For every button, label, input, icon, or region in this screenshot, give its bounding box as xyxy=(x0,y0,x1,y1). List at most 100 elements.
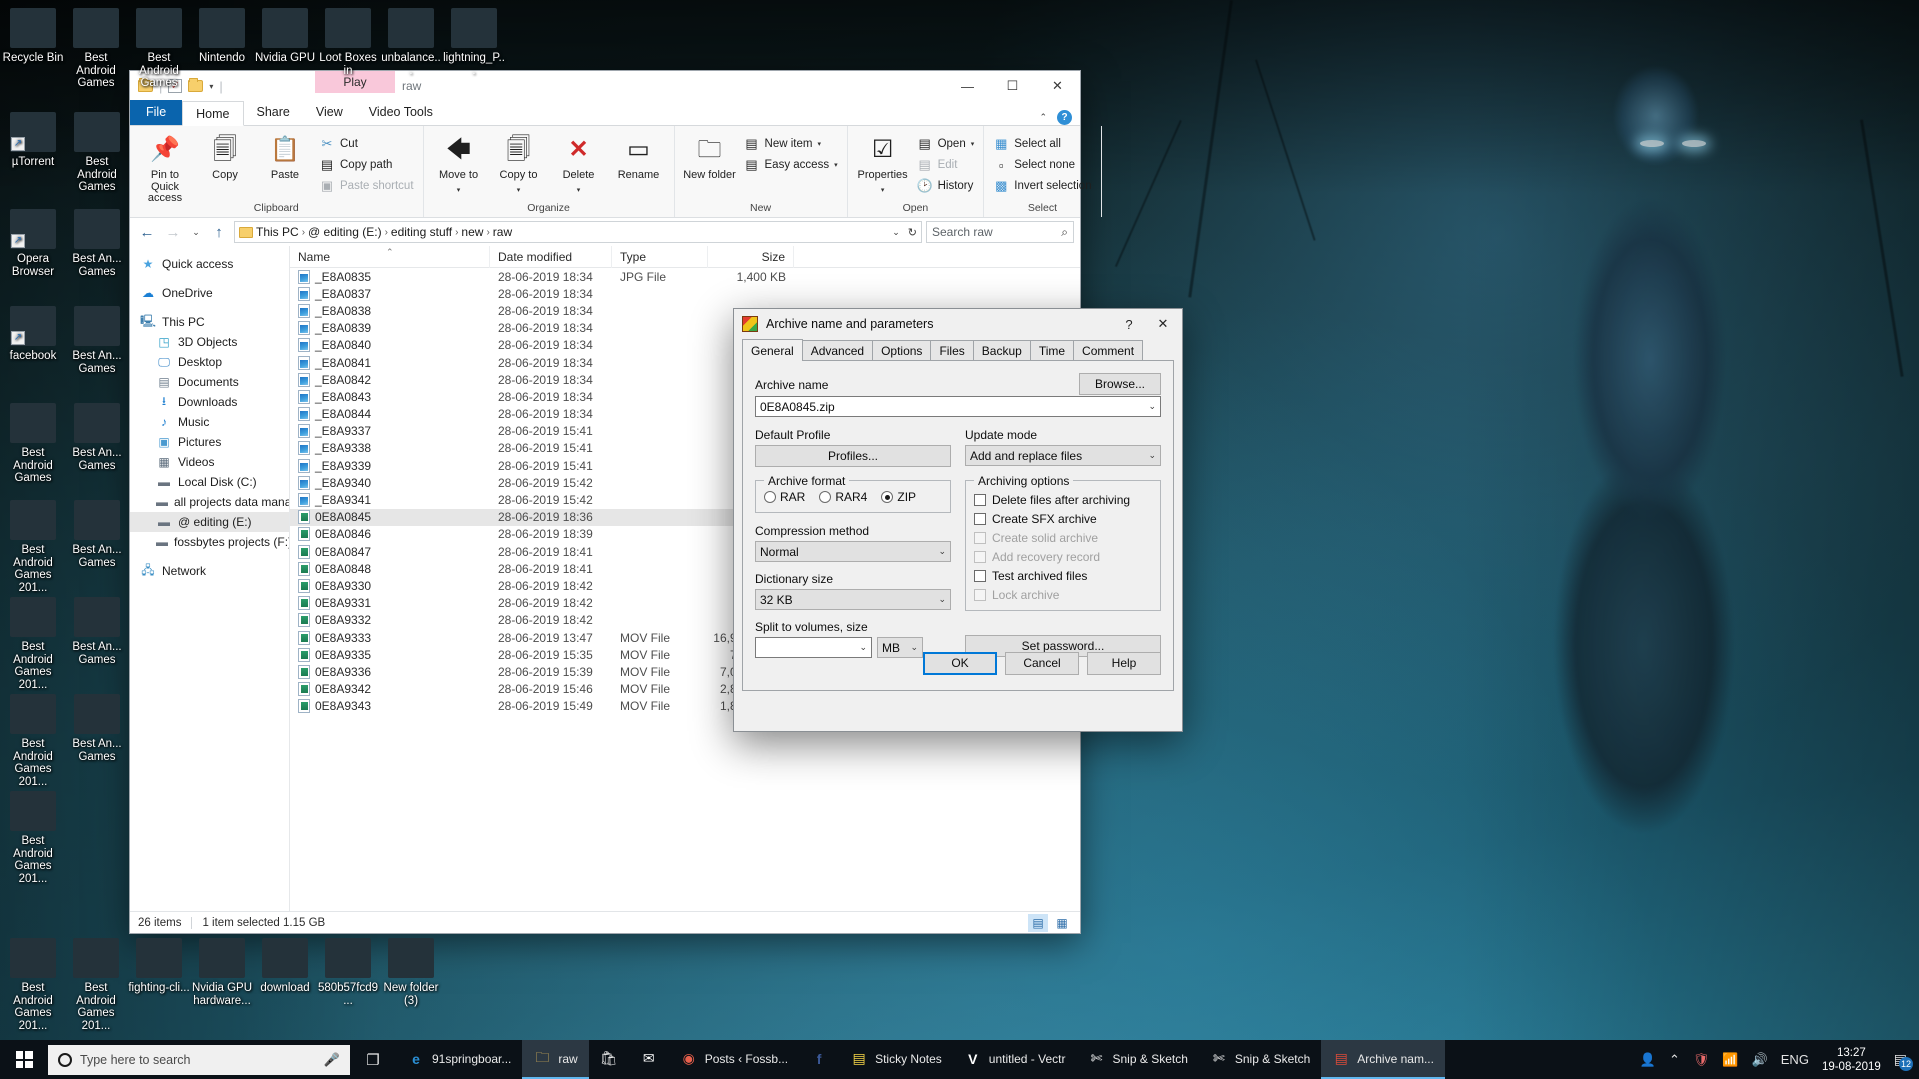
desktop-icon[interactable]: New folder (3) xyxy=(380,938,442,1007)
desktop-icon[interactable]: Recycle Bin xyxy=(2,8,64,65)
dialog-tab-files[interactable]: Files xyxy=(930,340,973,361)
desktop-icon[interactable]: download xyxy=(254,938,316,995)
system-tray[interactable]: 👤 ⌃ 🛡 📶 🔊 ENG 13:27 19-08-2019 ▤ 12 xyxy=(1640,1046,1919,1074)
dialog-tab-advanced[interactable]: Advanced xyxy=(802,340,873,361)
ok-button[interactable]: OK xyxy=(923,652,997,675)
sidebar-item-3d-objects[interactable]: ◳3D Objects xyxy=(130,332,289,352)
taskbar-app-archive-nam[interactable]: ▤Archive nam... xyxy=(1321,1040,1445,1079)
desktop-icon[interactable]: Best An... Games xyxy=(66,209,128,278)
checkbox-test-archived-files[interactable]: Test archived files xyxy=(974,566,1152,585)
ribbon-tab-home[interactable]: Home xyxy=(182,101,243,126)
window-controls[interactable]: — ☐ ✕ xyxy=(945,71,1080,101)
dialog-footer-buttons[interactable]: OK Cancel Help xyxy=(743,646,1173,690)
large-icons-view-icon[interactable]: ▦ xyxy=(1052,914,1072,932)
ribbon-button-invert-selection[interactable]: ▩Invert selection xyxy=(990,177,1094,195)
sidebar-item-documents[interactable]: ▤Documents xyxy=(130,372,289,392)
chevron-down-icon[interactable]: ▾ xyxy=(517,185,521,197)
ribbon-button-select-none[interactable]: ▫Select none xyxy=(990,156,1094,174)
taskbar-app-microsoft-store-icon[interactable]: 🛍 xyxy=(589,1040,629,1079)
task-view-icon[interactable]: ❐ xyxy=(350,1051,396,1069)
taskbar-app-untitled-vectr[interactable]: Vuntitled - Vectr xyxy=(953,1040,1077,1079)
ribbon-right-controls[interactable]: ⌃ ? xyxy=(1039,110,1080,125)
desktop-icon[interactable]: Best An... Games xyxy=(66,403,128,472)
chevron-down-icon[interactable]: ▾ xyxy=(881,185,885,197)
radio-zip[interactable]: ZIP xyxy=(881,490,916,504)
details-view-icon[interactable]: ▤ xyxy=(1028,914,1048,932)
browse-button[interactable]: Browse... xyxy=(1079,373,1161,395)
help-icon[interactable]: ? xyxy=(1057,110,1072,125)
ribbon-tab-strip[interactable]: FileHomeShareViewVideo Tools ⌃ ? xyxy=(130,101,1080,126)
sidebar-item-pictures[interactable]: ▣Pictures xyxy=(130,432,289,452)
navigation-pane[interactable]: ★Quick access☁OneDrive🖳This PC◳3D Object… xyxy=(130,246,290,911)
sidebar-item-music[interactable]: ♪Music xyxy=(130,412,289,432)
ribbon-button-history[interactable]: 🕑History xyxy=(914,177,978,195)
ribbon[interactable]: 📌Pin to Quick access🗐Copy📋Paste✂Cut▤Copy… xyxy=(130,126,1080,218)
taskbar-app-facebook-icon[interactable]: f xyxy=(799,1040,839,1079)
microphone-icon[interactable]: 🎤 xyxy=(324,1052,340,1068)
desktop-icon[interactable]: Nvidia GPU xyxy=(254,8,316,65)
chevron-down-icon[interactable]: ⌄ xyxy=(892,227,900,238)
breadcrumb-item[interactable]: new xyxy=(461,225,483,239)
ribbon-button-copy-path[interactable]: ▤Copy path xyxy=(316,156,417,174)
clock[interactable]: 13:27 19-08-2019 xyxy=(1822,1046,1881,1074)
taskbar[interactable]: Type here to search 🎤 ❐ e91springboar...… xyxy=(0,1040,1919,1079)
ribbon-button-rename[interactable]: ▭Rename xyxy=(610,130,668,182)
desktop-icon[interactable]: Best Android Games 201... xyxy=(2,500,64,594)
chevron-down-icon[interactable]: ▾ xyxy=(834,161,838,169)
ribbon-button-new-folder[interactable]: 🗀New folder xyxy=(681,130,739,182)
checkbox-delete-files-after-archiving[interactable]: Delete files after archiving xyxy=(974,490,1152,509)
cancel-button[interactable]: Cancel xyxy=(1005,652,1079,675)
profiles-button[interactable]: Profiles... xyxy=(755,445,951,467)
breadcrumb-item[interactable]: raw xyxy=(493,225,512,239)
dialog-tab-options[interactable]: Options xyxy=(872,340,931,361)
dialog-close-button[interactable]: ✕ xyxy=(1146,310,1180,338)
recent-locations-caret-icon[interactable]: ⌄ xyxy=(188,227,204,238)
address-bar[interactable]: ← → ⌄ ↑ This PC›@ editing (E:)›editing s… xyxy=(130,218,1080,246)
people-icon[interactable]: 👤 xyxy=(1640,1052,1656,1068)
dialog-help-button[interactable]: ? xyxy=(1112,310,1146,338)
ribbon-button-move-to[interactable]: 🡄Move to▾ xyxy=(430,130,488,196)
taskbar-app-buttons[interactable]: e91springboar...🗀raw🛍✉◉Posts ‹ Fossb...f… xyxy=(396,1040,1445,1079)
checkbox-create-sfx-archive[interactable]: Create SFX archive xyxy=(974,509,1152,528)
chevron-down-icon[interactable]: ▾ xyxy=(209,82,213,91)
chevron-down-icon[interactable]: ▾ xyxy=(457,185,461,197)
column-header-size[interactable]: Size xyxy=(708,246,794,268)
search-magnifier-icon[interactable]: ⌕ xyxy=(1061,225,1068,240)
ribbon-button-easy-access[interactable]: ▤Easy access▾ xyxy=(741,156,841,174)
sidebar-item-desktop[interactable]: 🖵Desktop xyxy=(130,352,289,372)
ribbon-button-new-item[interactable]: ▤New item▾ xyxy=(741,135,841,153)
column-header-type[interactable]: Type xyxy=(612,246,708,268)
desktop-icon[interactable]: Nvidia GPU hardware... xyxy=(191,938,253,1007)
new-folder-icon[interactable] xyxy=(188,80,203,92)
chevron-down-icon[interactable]: ▾ xyxy=(817,140,821,148)
breadcrumb-item[interactable]: @ editing (E:) xyxy=(308,225,382,239)
radio-rar4[interactable]: RAR4 xyxy=(819,490,867,504)
archiving-options-list[interactable]: Delete files after archivingCreate SFX a… xyxy=(974,490,1152,604)
ribbon-tab-share[interactable]: Share xyxy=(244,100,303,125)
ribbon-button-delete[interactable]: ✕Delete▾ xyxy=(550,130,608,196)
sidebar-item-onedrive[interactable]: ☁OneDrive xyxy=(130,283,289,303)
desktop-icon[interactable]: Best Android Games xyxy=(65,8,127,90)
chevron-down-icon[interactable]: ▾ xyxy=(577,185,581,197)
desktop-icon[interactable]: fighting-cli... xyxy=(128,938,190,995)
desktop-icon[interactable]: Best Android Games 201... xyxy=(65,938,127,1032)
sidebar-item-this-pc[interactable]: 🖳This PC xyxy=(130,312,289,332)
show-hidden-icons-caret[interactable]: ⌃ xyxy=(1669,1052,1680,1068)
sidebar-item-fossbytes-projects-f[interactable]: ▬fossbytes projects (F:) xyxy=(130,532,289,552)
dialog-tab-backup[interactable]: Backup xyxy=(973,340,1031,361)
ribbon-button-select-all[interactable]: ▦Select all xyxy=(990,135,1094,153)
update-mode-select[interactable]: Add and replace files ⌄ xyxy=(965,445,1161,466)
collapse-ribbon-icon[interactable]: ⌃ xyxy=(1039,112,1047,123)
desktop-icon[interactable]: Best An... Games xyxy=(66,694,128,763)
taskbar-app-sticky-notes[interactable]: ▤Sticky Notes xyxy=(839,1040,953,1079)
dialog-tab-general[interactable]: General xyxy=(742,339,803,361)
archive-format-radios[interactable]: RARRAR4ZIP xyxy=(764,490,942,504)
column-header-name[interactable]: Name ⌃ xyxy=(290,246,490,268)
desktop-icon[interactable]: Best An... Games xyxy=(66,306,128,375)
windows-security-icon[interactable]: 🛡 xyxy=(1693,1052,1710,1068)
sidebar-item-downloads[interactable]: ⭳Downloads xyxy=(130,392,289,412)
help-button[interactable]: Help xyxy=(1087,652,1161,675)
dictionary-size-select[interactable]: 32 KB ⌄ xyxy=(755,589,951,610)
desktop-icon[interactable]: ↗facebook xyxy=(2,306,64,363)
archive-name-input[interactable]: 0E8A0845.zip ⌄ xyxy=(755,396,1161,417)
